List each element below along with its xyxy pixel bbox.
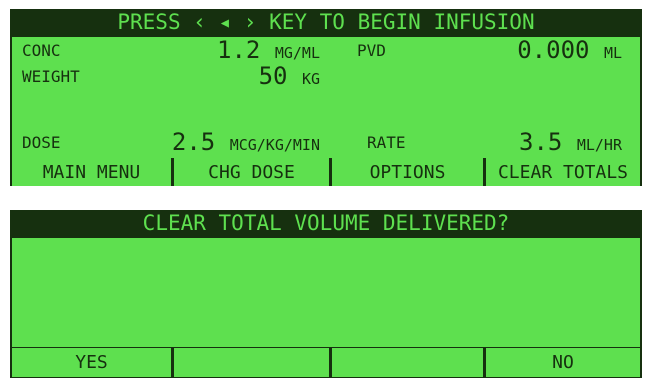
rate-readout: 3.5 ML/HR (482, 129, 622, 158)
weight-label: WEIGHT (22, 67, 80, 86)
no-softkey[interactable]: NO (486, 348, 640, 377)
confirm-screen: CLEAR TOTAL VOLUME DELIVERED? YES NO (10, 210, 642, 378)
main-menu-softkey[interactable]: MAIN MENU (12, 158, 171, 186)
infusion-prompt-banner: PRESS ‹ ◂ › KEY TO BEGIN INFUSION (117, 10, 535, 34)
pvd-label: PVD (357, 41, 386, 60)
confirm-softkey-bar: YES NO (10, 348, 642, 377)
conc-value: 1.2 (217, 36, 261, 64)
dose-readout: 2.5 MCG/KG/MIN (132, 129, 320, 158)
dose-label: DOSE (22, 133, 61, 152)
pvd-readout: 0.000 ML (482, 37, 622, 66)
dose-value: 2.5 (171, 128, 216, 156)
yes-softkey[interactable]: YES (12, 348, 171, 377)
clear-totals-softkey[interactable]: CLEAR TOTALS (486, 158, 640, 186)
dose-unit: MCG/KG/MIN (229, 136, 320, 154)
pvd-value: 0.000 (517, 36, 590, 64)
blank-softkey-2[interactable] (174, 348, 329, 377)
conc-label: CONC (22, 41, 61, 60)
blank-softkey-3[interactable] (332, 348, 483, 377)
confirm-panel (12, 238, 640, 347)
pvd-unit: ML (603, 44, 622, 62)
weight-unit: KG (301, 70, 320, 88)
weight-value: 50 (258, 62, 288, 90)
rate-value: 3.5 (519, 128, 563, 156)
weight-readout: 50 KG (212, 63, 320, 92)
infusion-parameters-panel: CONC 1.2 MG/ML PVD 0.000 ML WEIGHT 50 KG… (12, 37, 640, 158)
confirm-prompt-banner: CLEAR TOTAL VOLUME DELIVERED? (142, 211, 510, 235)
chg-dose-softkey[interactable]: CHG DOSE (174, 158, 329, 186)
infusion-softkey-bar: MAIN MENU CHG DOSE OPTIONS CLEAR TOTALS (10, 158, 642, 186)
rate-label: RATE (367, 133, 406, 152)
conc-unit: MG/ML (274, 44, 320, 62)
infusion-screen: PRESS ‹ ◂ › KEY TO BEGIN INFUSION CONC 1… (10, 9, 642, 186)
rate-unit: ML/HR (576, 136, 622, 154)
options-softkey[interactable]: OPTIONS (332, 158, 483, 186)
